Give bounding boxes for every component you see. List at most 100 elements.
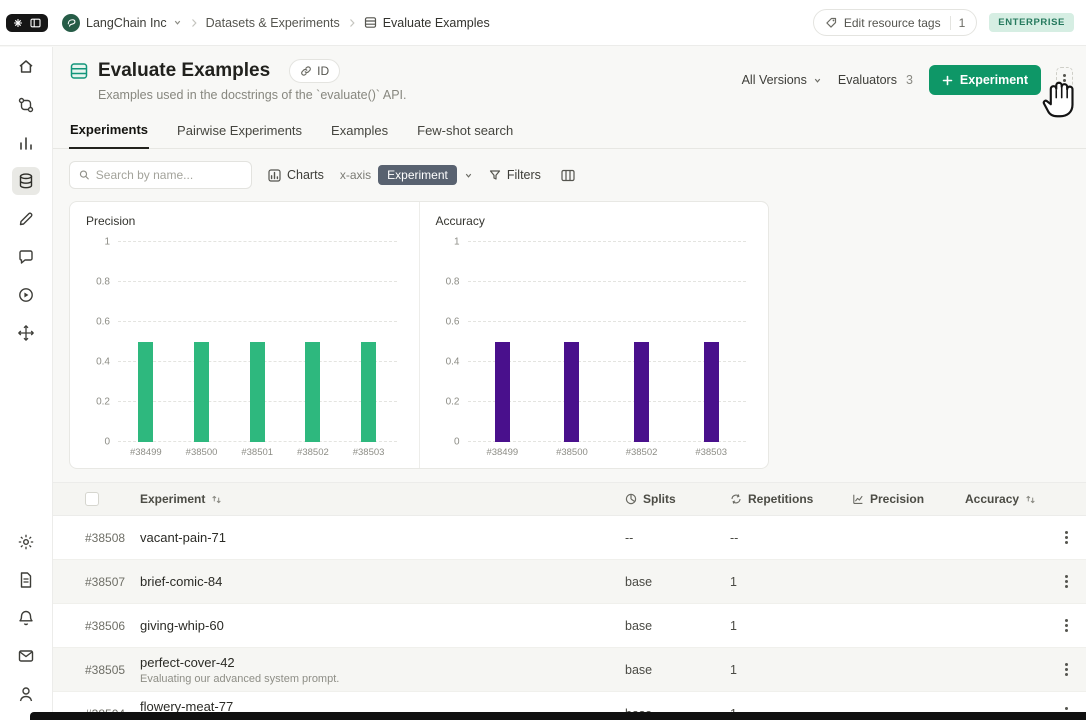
search-box[interactable] — [69, 161, 252, 189]
bar[interactable] — [194, 342, 209, 442]
breadcrumb: LangChain Inc Datasets & Experiments Eva… — [62, 14, 490, 32]
database-icon — [17, 172, 35, 190]
row-menu-button[interactable] — [1061, 525, 1072, 550]
x-tick-label: #38503 — [353, 447, 385, 458]
y-tick-label: 1 — [454, 237, 460, 248]
sidebar-item-projects[interactable] — [12, 91, 40, 119]
bar-group: #38499 — [479, 242, 525, 442]
sidebar-item-mail[interactable] — [12, 642, 40, 670]
sidebar-item-home[interactable] — [12, 53, 40, 81]
tab-few-shot-search[interactable]: Few-shot search — [416, 114, 514, 148]
bar[interactable] — [138, 342, 153, 442]
row-menu-button[interactable] — [1061, 569, 1072, 594]
y-tick-label: 0 — [454, 437, 460, 448]
sidebar-item-monitoring[interactable] — [12, 129, 40, 157]
bar-chart-icon — [17, 134, 35, 152]
person-icon — [17, 685, 35, 703]
sidebar-item-profile[interactable] — [12, 680, 40, 708]
edit-resource-tags-button[interactable]: Edit resource tags 1 — [813, 9, 977, 36]
versions-dropdown[interactable]: All Versions — [742, 73, 822, 87]
col-experiment[interactable]: Experiment — [140, 492, 625, 506]
charts-toggle-button[interactable]: Charts — [268, 168, 324, 182]
row-menu-button[interactable] — [1061, 657, 1072, 682]
sidebar-item-datasets[interactable] — [12, 167, 40, 195]
kebab-icon — [1065, 529, 1068, 546]
tab-pairwise-experiments[interactable]: Pairwise Experiments — [176, 114, 303, 148]
plot-area: 00.20.40.60.81#38499#38500#38502#38503 — [468, 242, 747, 442]
page-title: Evaluate Examples — [98, 60, 270, 82]
columns-button[interactable] — [557, 165, 579, 186]
row-menu-button[interactable] — [1061, 613, 1072, 638]
sidebar-item-annotation[interactable] — [12, 205, 40, 233]
xaxis-control[interactable]: x-axis Experiment — [340, 165, 473, 185]
bar-group: #38503 — [346, 242, 392, 442]
col-precision[interactable]: Precision — [852, 492, 965, 506]
xaxis-selected-value[interactable]: Experiment — [378, 165, 457, 185]
tab-experiments[interactable]: Experiments — [69, 114, 149, 149]
copy-id-button[interactable]: ID — [289, 59, 340, 83]
col-splits[interactable]: Splits — [625, 492, 730, 506]
x-tick-label: #38501 — [241, 447, 273, 458]
select-all-checkbox[interactable] — [85, 492, 99, 506]
repeat-icon — [730, 493, 742, 505]
search-icon — [79, 169, 90, 181]
bar-group: #38501 — [234, 242, 280, 442]
chevron-down-icon — [173, 18, 182, 27]
bar-group: #38500 — [179, 242, 225, 442]
tags-count: 1 — [950, 16, 966, 30]
experiment-name[interactable]: giving-whip-60 — [140, 618, 625, 633]
col-repetitions[interactable]: Repetitions — [730, 492, 852, 506]
bar[interactable] — [305, 342, 320, 442]
tab-examples[interactable]: Examples — [330, 114, 389, 148]
y-tick-label: 0.2 — [96, 397, 110, 408]
charts-icon — [268, 169, 281, 182]
col-precision-label: Precision — [870, 492, 924, 506]
main-content: Evaluate Examples ID Examples used in th… — [53, 47, 1086, 720]
window-controls[interactable] — [6, 14, 48, 32]
evaluators-button[interactable]: Evaluators 3 — [838, 73, 913, 87]
table-row[interactable]: #38505 perfect-cover-42 Evaluating our a… — [53, 648, 1086, 692]
plus-icon — [942, 75, 953, 86]
experiment-name[interactable]: perfect-cover-42 — [140, 655, 625, 670]
splits-value: base — [625, 619, 730, 633]
search-input[interactable] — [96, 168, 242, 182]
cursor-hand — [1040, 76, 1086, 122]
mail-icon — [17, 647, 35, 665]
sidebar-item-deployments[interactable] — [12, 319, 40, 347]
link-icon — [300, 65, 312, 77]
table-row[interactable]: #38507 brief-comic-84 base 1 — [53, 560, 1086, 604]
play-circle-icon — [17, 286, 35, 304]
bar[interactable] — [361, 342, 376, 442]
table-row[interactable]: #38508 vacant-pain-71 -- -- — [53, 516, 1086, 560]
experiment-name[interactable]: vacant-pain-71 — [140, 530, 625, 545]
experiment-id: #38508 — [85, 531, 140, 545]
evaluators-count: 3 — [906, 73, 913, 87]
experiment-button-label: Experiment — [960, 73, 1028, 87]
sidebar-item-playground[interactable] — [12, 281, 40, 309]
bar[interactable] — [704, 342, 719, 442]
app-logo-icon — [13, 18, 23, 28]
splits-value: base — [625, 663, 730, 677]
sidebar-item-feedback[interactable] — [12, 243, 40, 271]
repetitions-value: 1 — [730, 619, 852, 633]
bar-group: #38502 — [290, 242, 336, 442]
bar[interactable] — [634, 342, 649, 442]
x-tick-label: #38500 — [186, 447, 218, 458]
org-name: LangChain Inc — [86, 16, 167, 30]
topbar: LangChain Inc Datasets & Experiments Eva… — [0, 0, 1086, 46]
new-experiment-button[interactable]: Experiment — [929, 65, 1041, 95]
table-row[interactable]: #38506 giving-whip-60 base 1 — [53, 604, 1086, 648]
sidebar-item-notifications[interactable] — [12, 604, 40, 632]
filters-button[interactable]: Filters — [489, 168, 541, 182]
breadcrumb-datasets-link[interactable]: Datasets & Experiments — [206, 16, 340, 30]
experiment-name[interactable]: brief-comic-84 — [140, 574, 625, 589]
table-body: #38508 vacant-pain-71 -- -- #38507 brief… — [53, 516, 1086, 720]
bar[interactable] — [250, 342, 265, 442]
col-accuracy[interactable]: Accuracy — [965, 492, 1057, 506]
bar[interactable] — [564, 342, 579, 442]
sidebar-item-settings[interactable] — [12, 528, 40, 556]
org-switcher[interactable]: LangChain Inc — [62, 14, 182, 32]
bar[interactable] — [495, 342, 510, 442]
sidebar-item-docs[interactable] — [12, 566, 40, 594]
kebab-icon — [1065, 573, 1068, 590]
